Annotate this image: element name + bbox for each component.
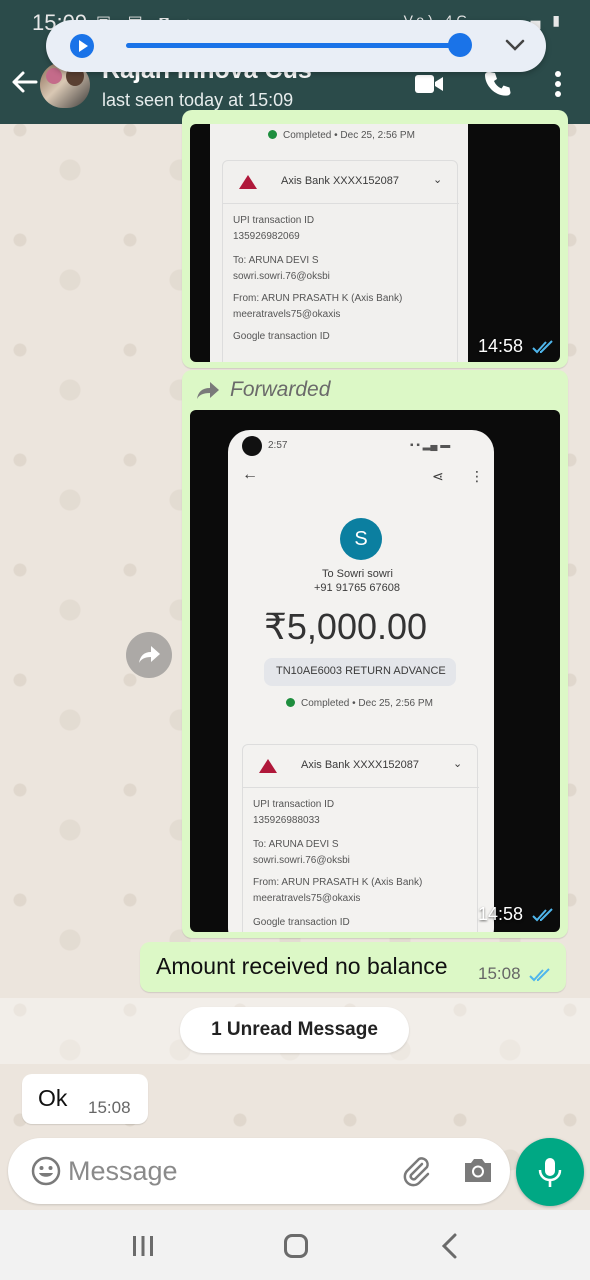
- axis-bank-logo-icon: [239, 175, 257, 189]
- payee-avatar: S: [340, 518, 382, 560]
- payee-name: To Sowri sowri: [322, 568, 393, 580]
- phone-status-time: 2:57: [268, 440, 288, 451]
- payment-screenshot-1[interactable]: Completed • Dec 25, 2:56 PM Axis Bank XX…: [190, 124, 560, 362]
- message-input[interactable]: [68, 1148, 388, 1194]
- camera-icon[interactable]: [462, 1156, 494, 1184]
- read-ticks-icon: [532, 908, 553, 922]
- voice-call-icon[interactable]: [484, 70, 512, 98]
- message-time: 15:08: [88, 1098, 131, 1117]
- completed-status: Completed • Dec 25, 2:56 PM: [268, 130, 415, 141]
- phone-back-icon: ←: [242, 466, 258, 483]
- video-call-icon[interactable]: [414, 72, 444, 96]
- nav-back-icon[interactable]: [440, 1232, 460, 1260]
- phone-share-icon: ⋖: [432, 468, 444, 484]
- from-upi: meeratravels75@okaxis: [253, 893, 361, 904]
- forwarded-label: Forwarded: [230, 378, 331, 401]
- txn-id: 135926988033: [253, 815, 320, 826]
- forwarded-icon: [197, 382, 219, 399]
- payee-phone: +91 91765 67608: [314, 582, 400, 594]
- read-ticks-icon: [532, 340, 553, 354]
- payee-avatar-letter: S: [354, 528, 368, 550]
- unread-messages-badge: 1 Unread Message: [180, 1007, 409, 1053]
- phone-status-icons: ▪ ▪ ▂▄ ▬: [410, 440, 451, 451]
- to-label: To: ARUNA DEVI S: [233, 255, 319, 266]
- message-composer: [8, 1138, 510, 1204]
- bank-name: Axis Bank XXXX152087: [281, 175, 400, 187]
- voice-record-button[interactable]: [516, 1138, 584, 1206]
- to-upi: sowri.sowri.76@oksbi: [233, 271, 330, 282]
- message-text: Ok: [38, 1085, 68, 1111]
- emoji-icon[interactable]: [30, 1155, 62, 1187]
- bank-card: Axis Bank XXXX152087 ⌄ UPI transaction I…: [222, 160, 459, 362]
- media-progress-track[interactable]: [126, 43, 470, 48]
- chevron-down-icon[interactable]: [504, 34, 526, 56]
- last-seen-status: last seen today at 15:09: [102, 90, 294, 110]
- txn-id: 135926982069: [233, 231, 300, 242]
- attach-paperclip-icon[interactable]: [400, 1154, 432, 1188]
- message-time: 14:58: [478, 336, 554, 357]
- phone-more-icon: ⋮: [470, 468, 484, 484]
- payment-note: TN10AE6003 RETURN ADVANCE: [276, 665, 446, 677]
- phone-screen-1: Completed • Dec 25, 2:56 PM Axis Bank XX…: [210, 124, 468, 362]
- chevron-down-icon: ⌄: [433, 174, 443, 186]
- recent-apps-icon[interactable]: [130, 1234, 156, 1258]
- payment-amount: ₹5,000.00: [264, 606, 428, 647]
- message-time: 14:58: [478, 904, 554, 925]
- to-label: To: ARUNA DEVI S: [253, 839, 339, 850]
- from-upi: meeratravels75@okaxis: [233, 309, 341, 320]
- home-icon[interactable]: [284, 1234, 308, 1258]
- completed-status: Completed • Dec 25, 2:56 PM: [286, 698, 433, 709]
- google-txn-label: Google transaction ID: [253, 917, 350, 928]
- play-icon[interactable]: [70, 34, 94, 58]
- bank-card: Axis Bank XXXX152087 ⌄ UPI transaction I…: [242, 744, 479, 932]
- google-txn-label: Google transaction ID: [233, 331, 330, 342]
- from-label: From: ARUN PRASATH K (Axis Bank): [253, 877, 423, 888]
- message-text: Amount received no balance: [156, 953, 448, 979]
- media-progress-knob[interactable]: [447, 33, 472, 57]
- photo-message-1[interactable]: Completed • Dec 25, 2:56 PM Axis Bank XX…: [182, 110, 568, 368]
- incoming-text-message[interactable]: Ok 15:08: [22, 1074, 148, 1124]
- camera-cutout: [242, 436, 262, 456]
- more-options-icon[interactable]: [548, 70, 568, 98]
- back-arrow-icon[interactable]: [10, 68, 38, 96]
- chevron-down-icon: ⌄: [453, 758, 463, 770]
- system-navigation-bar: [0, 1210, 590, 1280]
- txn-id-label: UPI transaction ID: [253, 799, 335, 810]
- txn-id-label: UPI transaction ID: [233, 215, 315, 226]
- outgoing-text-message[interactable]: Amount received no balance 15:08: [140, 942, 566, 992]
- forward-share-button[interactable]: [126, 632, 172, 678]
- bank-name: Axis Bank XXXX152087: [301, 759, 420, 771]
- phone-screen-2: 2:57 ▪ ▪ ▂▄ ▬ ← ⋖ ⋮ S To Sowri sowri +91…: [228, 430, 494, 932]
- to-upi: sowri.sowri.76@oksbi: [253, 855, 350, 866]
- media-playback-bar[interactable]: [46, 20, 546, 72]
- payment-note-chip: TN10AE6003 RETURN ADVANCE: [264, 658, 456, 686]
- read-ticks-icon: [529, 967, 550, 981]
- payment-screenshot-2[interactable]: 2:57 ▪ ▪ ▂▄ ▬ ← ⋖ ⋮ S To Sowri sowri +91…: [190, 410, 560, 932]
- message-time: 15:08: [478, 964, 551, 984]
- axis-bank-logo-icon: [259, 759, 277, 773]
- microphone-icon: [538, 1158, 562, 1187]
- forward-arrow-icon: [139, 646, 160, 663]
- from-label: From: ARUN PRASATH K (Axis Bank): [233, 293, 403, 304]
